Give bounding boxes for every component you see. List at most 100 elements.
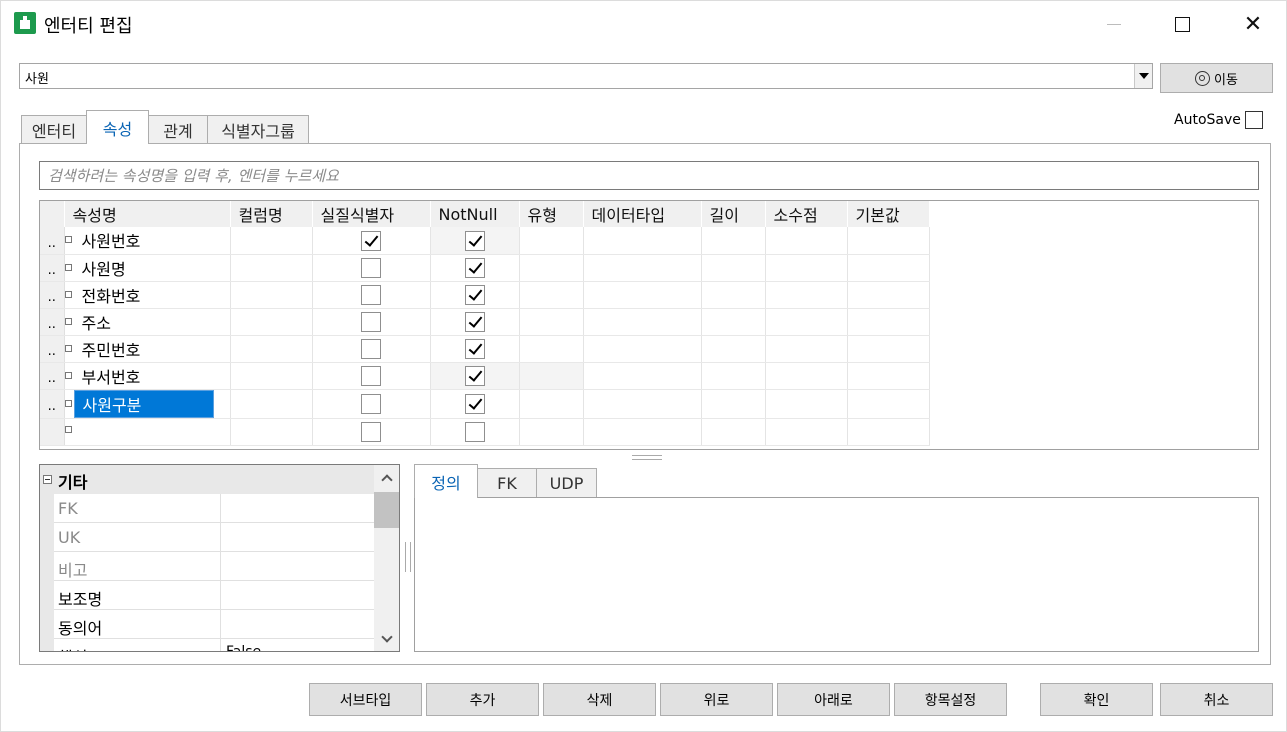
notnull-checkbox[interactable] <box>464 311 485 332</box>
cell-length[interactable] <box>701 254 766 282</box>
col-header-name[interactable]: 속성명 <box>64 201 231 227</box>
cell-real-id[interactable] <box>312 308 431 336</box>
cell-length[interactable] <box>701 335 766 363</box>
cell-default[interactable] <box>847 389 930 419</box>
table-row[interactable]: .. 부서번호 <box>40 362 930 390</box>
cell-attribute-name[interactable]: 주소 <box>64 308 231 336</box>
property-row[interactable]: 보조명 <box>54 581 374 610</box>
cell-real-id[interactable] <box>312 227 431 255</box>
cell-length[interactable] <box>701 308 766 336</box>
cell-datatype[interactable] <box>583 227 702 255</box>
col-header-type[interactable]: 유형 <box>519 201 584 227</box>
autosave-toggle[interactable]: AutoSave <box>1174 111 1263 129</box>
expand-icon[interactable] <box>64 290 72 298</box>
cell-default[interactable] <box>847 308 930 336</box>
notnull-checkbox[interactable] <box>464 365 485 386</box>
cell-attribute-name[interactable]: 사원구분 <box>64 389 231 419</box>
expand-icon[interactable] <box>64 344 72 352</box>
cell-type[interactable] <box>519 362 584 390</box>
row-header[interactable]: .. <box>40 308 65 336</box>
cell-notnull[interactable] <box>430 335 520 363</box>
cell-decimal[interactable] <box>765 281 848 309</box>
cell-real-id[interactable] <box>312 389 431 419</box>
cell-default[interactable] <box>847 335 930 363</box>
cell-column-name[interactable] <box>230 254 313 282</box>
attribute-search[interactable] <box>39 161 1259 190</box>
cell-column-name[interactable] <box>230 418 313 446</box>
definition-textarea[interactable] <box>414 497 1259 652</box>
vertical-splitter[interactable] <box>405 542 411 572</box>
cell-column-name[interactable] <box>230 335 313 363</box>
cell-notnull[interactable] <box>430 254 520 282</box>
cell-default[interactable] <box>847 227 930 255</box>
attribute-search-input[interactable] <box>40 162 1258 189</box>
property-scrollbar[interactable] <box>374 465 399 651</box>
expand-icon[interactable] <box>64 399 72 407</box>
table-row[interactable]: .. 전화번호 <box>40 281 930 309</box>
cell-type[interactable] <box>519 335 584 363</box>
cell-column-name[interactable] <box>230 389 313 419</box>
cell-default[interactable] <box>847 281 930 309</box>
ok-button[interactable]: 확인 <box>1040 683 1153 716</box>
property-row[interactable]: 핵심 False <box>54 639 374 651</box>
tab-fk[interactable]: FK <box>477 468 537 498</box>
tab-entity[interactable]: 엔터티 <box>21 115 87 144</box>
notnull-checkbox[interactable] <box>464 338 485 359</box>
cell-notnull[interactable] <box>430 308 520 336</box>
cell-decimal[interactable] <box>765 389 848 419</box>
cell-real-id[interactable] <box>312 335 431 363</box>
col-header-default[interactable]: 기본값 <box>847 201 930 227</box>
cell-attribute-name[interactable]: 주민번호 <box>64 335 231 363</box>
horizontal-splitter[interactable] <box>632 455 662 460</box>
tab-udp[interactable]: UDP <box>536 468 597 498</box>
cell-decimal[interactable] <box>765 308 848 336</box>
maximize-button[interactable] <box>1159 1 1205 47</box>
col-header-column[interactable]: 컬럼명 <box>230 201 313 227</box>
cell-decimal[interactable] <box>765 362 848 390</box>
cell-attribute-name[interactable] <box>64 418 231 446</box>
cell-type[interactable] <box>519 308 584 336</box>
expand-icon[interactable] <box>64 371 72 379</box>
cell-notnull[interactable] <box>430 362 520 390</box>
cell-notnull[interactable] <box>430 389 520 419</box>
expand-icon[interactable] <box>64 426 72 433</box>
cell-default[interactable] <box>847 362 930 390</box>
table-row[interactable]: .. 사원번호 <box>40 227 930 255</box>
cell-real-id[interactable] <box>312 281 431 309</box>
cell-default[interactable] <box>847 254 930 282</box>
col-header-length[interactable]: 길이 <box>701 201 766 227</box>
move-button[interactable]: 이동 <box>1160 63 1273 93</box>
collapse-icon[interactable] <box>43 475 52 484</box>
expand-icon[interactable] <box>64 236 72 244</box>
expand-icon[interactable] <box>64 263 72 271</box>
scroll-thumb[interactable] <box>374 492 399 528</box>
row-header[interactable]: .. <box>40 362 65 390</box>
move-down-button[interactable]: 아래로 <box>777 683 890 716</box>
minimize-button[interactable] <box>1091 1 1137 47</box>
property-value[interactable]: False <box>226 644 261 651</box>
real-id-checkbox[interactable] <box>361 311 381 332</box>
row-header[interactable]: .. <box>40 227 65 255</box>
real-id-checkbox[interactable] <box>361 284 381 305</box>
cell-column-name[interactable] <box>230 227 313 255</box>
cell-length[interactable] <box>701 362 766 390</box>
cell-datatype[interactable] <box>583 335 702 363</box>
cell-decimal[interactable] <box>765 418 848 446</box>
cell-datatype[interactable] <box>583 362 702 390</box>
cell-attribute-name[interactable]: 사원번호 <box>64 227 231 255</box>
table-row[interactable]: .. 주소 <box>40 308 930 336</box>
cell-datatype[interactable] <box>583 281 702 309</box>
cell-datatype[interactable] <box>583 418 702 446</box>
row-header[interactable]: .. <box>40 281 65 309</box>
cell-length[interactable] <box>701 418 766 446</box>
table-row[interactable]: .. 주민번호 <box>40 335 930 363</box>
cell-notnull[interactable] <box>430 281 520 309</box>
table-row[interactable]: .. 사원명 <box>40 254 930 282</box>
real-id-checkbox[interactable] <box>361 421 381 442</box>
cell-real-id[interactable] <box>312 362 431 390</box>
title-bar[interactable]: 엔터티 편집 ✕ <box>1 1 1287 47</box>
table-row[interactable]: .. 사원구분 <box>40 389 930 419</box>
row-header[interactable]: .. <box>40 389 65 419</box>
real-id-checkbox[interactable] <box>361 257 381 278</box>
subtype-button[interactable]: 서브타입 <box>309 683 422 716</box>
